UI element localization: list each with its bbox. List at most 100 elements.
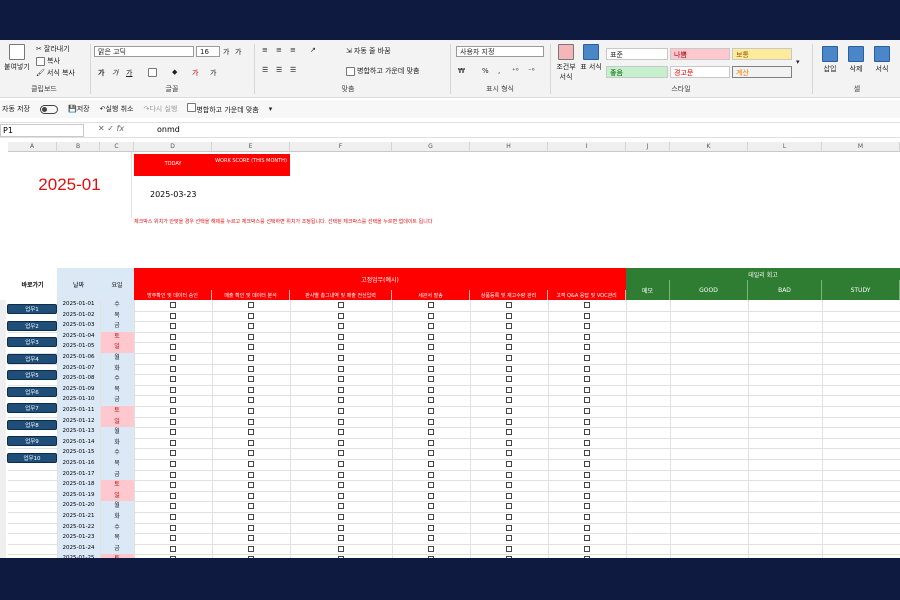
task-checkbox[interactable] — [248, 429, 254, 436]
task-checkbox[interactable] — [584, 482, 590, 489]
task-checkbox[interactable] — [428, 514, 434, 520]
task-checkbox[interactable] — [428, 418, 434, 425]
date-cell[interactable]: 2025-01-01 — [57, 300, 100, 311]
task-checkbox[interactable] — [248, 450, 254, 457]
task-checkbox[interactable] — [584, 514, 590, 520]
task-checkbox[interactable] — [584, 429, 590, 436]
weekday-cell[interactable]: 토 — [100, 480, 134, 491]
task-shortcut-button[interactable]: 업무10 — [7, 452, 57, 463]
weekday-cell[interactable]: 화 — [100, 512, 134, 523]
style-bad[interactable]: 나쁨 — [670, 48, 730, 60]
style-normal[interactable]: 표준 — [606, 48, 668, 60]
weekday-cell[interactable]: 금 — [100, 321, 134, 332]
task-checkbox[interactable] — [584, 503, 590, 510]
task-checkbox[interactable] — [506, 514, 512, 520]
task-shortcut-button[interactable]: 업무1 — [7, 304, 57, 314]
task-checkbox[interactable] — [170, 482, 176, 489]
task-checkbox[interactable] — [584, 461, 590, 467]
comma-button[interactable]: , — [498, 67, 500, 75]
task-checkbox[interactable] — [248, 545, 254, 552]
task-checkbox[interactable] — [584, 365, 590, 372]
table-format-button[interactable]: 표 서식 — [580, 44, 602, 72]
task-checkbox[interactable] — [170, 408, 176, 414]
task-shortcut-button[interactable]: 업무9 — [7, 436, 57, 446]
weekday-cell[interactable]: 금 — [100, 543, 134, 555]
task-checkbox[interactable] — [584, 545, 590, 552]
task-checkbox[interactable] — [338, 439, 344, 446]
number-format-dropdown[interactable]: 사용자 지정 — [456, 46, 544, 57]
task-checkbox[interactable] — [248, 418, 254, 425]
task-checkbox[interactable] — [248, 471, 254, 478]
styles-more-button[interactable]: ▾ — [796, 58, 800, 66]
date-cell[interactable]: 2025-01-19 — [57, 490, 100, 502]
date-cell[interactable]: 2025-01-23 — [57, 533, 100, 544]
task-checkbox[interactable] — [170, 386, 176, 393]
task-shortcut-button[interactable]: 업무8 — [7, 419, 57, 430]
task-checkbox[interactable] — [338, 418, 344, 425]
style-warning[interactable]: 경고문 — [670, 66, 730, 78]
qat-customize-button[interactable]: ▾ — [269, 105, 273, 113]
task-checkbox[interactable] — [338, 397, 344, 404]
decrease-decimal-button[interactable]: ⁻⁰ — [528, 67, 535, 75]
date-cell[interactable]: 2025-01-10 — [57, 395, 100, 406]
task-checkbox[interactable] — [248, 439, 254, 446]
column-header-j[interactable]: J — [626, 142, 670, 152]
column-header-i[interactable]: I — [548, 142, 626, 152]
task-checkbox[interactable] — [428, 556, 434, 558]
autosave-toggle[interactable] — [40, 104, 58, 114]
save-button[interactable]: 💾저장 — [68, 104, 90, 114]
task-checkbox[interactable] — [248, 492, 254, 499]
date-cell[interactable]: 2025-01-25 — [57, 554, 100, 558]
date-cell[interactable]: 2025-01-15 — [57, 448, 100, 459]
task-checkbox[interactable] — [584, 418, 590, 425]
paste-button[interactable]: 붙여넣기 — [4, 44, 30, 72]
task-checkbox[interactable] — [170, 376, 176, 383]
task-checkbox[interactable] — [428, 482, 434, 489]
column-header-d[interactable]: D — [134, 142, 212, 152]
weekday-cell[interactable]: 금 — [100, 395, 134, 406]
task-checkbox[interactable] — [248, 376, 254, 383]
align-center-button[interactable]: ☰ — [276, 66, 282, 74]
task-checkbox[interactable] — [338, 461, 344, 467]
task-shortcut-button[interactable]: 업무7 — [7, 403, 57, 413]
task-checkbox[interactable] — [248, 397, 254, 404]
task-checkbox[interactable] — [506, 545, 512, 552]
task-checkbox[interactable] — [584, 323, 590, 330]
task-checkbox[interactable] — [506, 376, 512, 383]
task-checkbox[interactable] — [170, 461, 176, 467]
date-cell[interactable]: 2025-01-14 — [57, 437, 100, 449]
weekday-cell[interactable]: 수 — [100, 374, 134, 385]
task-checkbox[interactable] — [338, 503, 344, 510]
task-checkbox[interactable] — [338, 429, 344, 436]
task-checkbox[interactable] — [584, 492, 590, 499]
task-checkbox[interactable] — [170, 524, 176, 531]
task-checkbox[interactable] — [506, 439, 512, 446]
task-checkbox[interactable] — [428, 302, 434, 308]
weekday-cell[interactable]: 목 — [100, 533, 134, 544]
underline-button[interactable]: 가 — [126, 68, 132, 78]
task-checkbox[interactable] — [170, 556, 176, 558]
task-checkbox[interactable] — [170, 439, 176, 446]
task-checkbox[interactable] — [170, 418, 176, 425]
task-checkbox[interactable] — [506, 503, 512, 510]
task-checkbox[interactable] — [170, 312, 176, 319]
task-shortcut-button[interactable]: 업무5 — [7, 370, 57, 380]
date-cell[interactable]: 2025-01-21 — [57, 512, 100, 523]
undo-button[interactable]: ↶실행 취소 — [100, 104, 134, 114]
column-header-e[interactable]: E — [212, 142, 290, 152]
task-checkbox[interactable] — [584, 439, 590, 446]
task-checkbox[interactable] — [338, 376, 344, 383]
weekday-cell[interactable]: 일 — [100, 490, 134, 502]
task-checkbox[interactable] — [170, 545, 176, 552]
task-checkbox[interactable] — [584, 355, 590, 361]
font-size-dropdown[interactable]: 16 — [196, 46, 220, 57]
task-checkbox[interactable] — [338, 471, 344, 478]
date-cell[interactable]: 2025-01-05 — [57, 342, 100, 353]
task-checkbox[interactable] — [428, 545, 434, 552]
task-checkbox[interactable] — [584, 333, 590, 340]
task-checkbox[interactable] — [338, 556, 344, 558]
task-checkbox[interactable] — [170, 429, 176, 436]
format-painter-button[interactable]: 🖌 서식 복사 — [36, 68, 75, 78]
task-checkbox[interactable] — [338, 524, 344, 531]
style-neutral[interactable]: 보통 — [732, 48, 792, 60]
